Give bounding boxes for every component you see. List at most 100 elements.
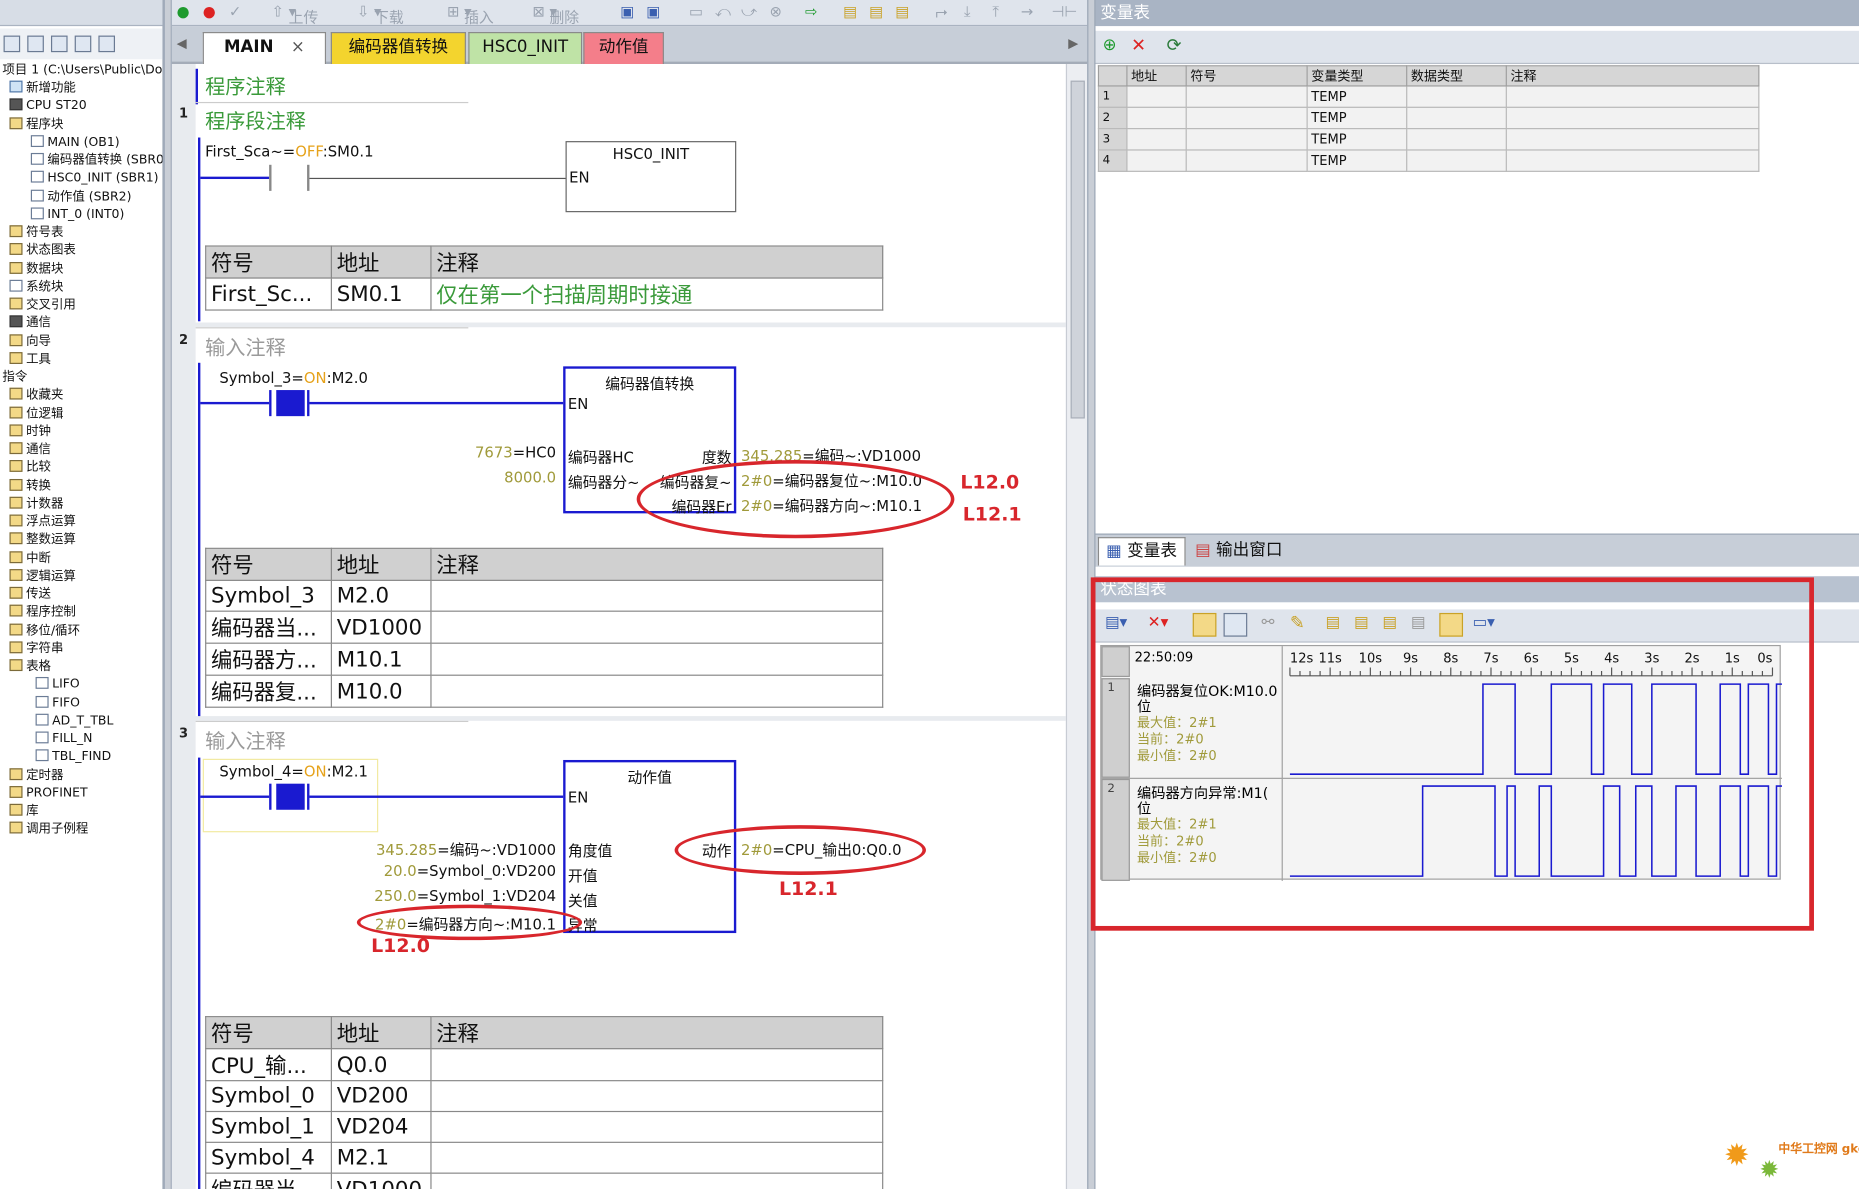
network-2-comment[interactable]: 输入注释 (205, 331, 286, 361)
tree-item[interactable]: 数据块 (9, 260, 63, 278)
network-1-comment[interactable]: 程序段注释 (205, 104, 306, 134)
tree-item[interactable]: AD_T_TBL (35, 712, 113, 730)
tree-item[interactable]: TBL_FIND (35, 748, 111, 766)
table-row[interactable]: 4 TEMP (1097, 149, 1760, 172)
delete-row-icon[interactable]: ✕ (1131, 34, 1146, 55)
toolbar-icon-b[interactable]: ⤺ (715, 2, 731, 21)
program-comment[interactable]: 程序注释 (205, 70, 286, 100)
insert-button[interactable]: ⊞ 插入 ▾ (447, 2, 494, 26)
tabs-scroll-left-icon[interactable]: ◀ (177, 36, 187, 51)
tab-action-value[interactable]: 动作值 (583, 32, 664, 65)
tab-variable-table[interactable]: ▦ 变量表 (1097, 537, 1186, 566)
vt-cell[interactable] (1126, 85, 1187, 108)
tree-item[interactable]: 动作值 (SBR2) (30, 188, 132, 206)
refresh-icon[interactable]: ⟳ (1167, 34, 1182, 55)
tree-item[interactable]: 符号表 (9, 224, 63, 242)
tree-item[interactable]: MAIN (OB1) (30, 134, 120, 152)
vt-cell[interactable] (1406, 85, 1507, 108)
vt-cell[interactable] (1126, 149, 1187, 172)
vt-cell[interactable]: TEMP (1306, 149, 1408, 172)
vt-cell[interactable]: TEMP (1306, 128, 1408, 151)
table-row[interactable]: 2 TEMP (1097, 106, 1760, 130)
compile-icon[interactable]: ✓ (229, 2, 241, 20)
tree-item[interactable]: FILL_N (35, 730, 92, 748)
tab-output-window[interactable]: ▤ 输出窗口 (1188, 537, 1290, 565)
tree-item[interactable]: LIFO (35, 676, 80, 694)
tree-item[interactable]: 指令 (2, 369, 27, 387)
tree-item[interactable]: 库 (9, 803, 39, 821)
tree-item[interactable]: HSC0_INIT (SBR1) (30, 170, 159, 188)
vt-cell[interactable]: TEMP (1306, 85, 1408, 108)
tree-item[interactable]: 中断 (9, 550, 51, 568)
tree-item[interactable]: CPU ST20 (9, 98, 87, 116)
vt-cell[interactable] (1505, 85, 1760, 108)
tree-item[interactable]: 表格 (9, 658, 51, 676)
tree-item[interactable]: 程序块 (9, 116, 63, 134)
insert-row-icon[interactable]: ⊕ (1103, 36, 1117, 55)
vt-cell[interactable] (1185, 149, 1308, 172)
tabs-scroll-right-icon[interactable]: ▶ (1068, 36, 1078, 51)
lock-icon[interactable]: ▤ (843, 2, 857, 20)
tab-encoder-convert[interactable]: 编码器值转换 (330, 32, 466, 65)
tree-item[interactable]: 计数器 (9, 495, 63, 513)
tree-item[interactable]: 浮点运算 (9, 513, 76, 531)
n3-in1-operand[interactable]: 345.285=编码~:VD1000 (376, 837, 556, 860)
vt-cell[interactable]: TEMP (1306, 106, 1408, 130)
tree-tool-icon-1[interactable] (3, 35, 21, 53)
n3-in3-operand[interactable]: 250.0=Symbol_1:VD204 (374, 887, 556, 905)
monitor-icon[interactable]: ▣ (620, 2, 634, 20)
stop-icon[interactable]: ● (203, 2, 216, 20)
tree-item[interactable]: 交叉引用 (9, 296, 76, 314)
vt-cell[interactable] (1505, 149, 1760, 172)
vt-cell[interactable] (1185, 85, 1308, 108)
tree-item[interactable]: 时钟 (9, 423, 51, 441)
tree-item[interactable]: 新增功能 (9, 79, 76, 97)
tree-item[interactable]: 整数运算 (9, 531, 76, 549)
vt-cell[interactable] (1406, 106, 1507, 130)
network-3-number[interactable]: 3 (179, 726, 188, 741)
tree-item[interactable]: 向导 (9, 333, 51, 351)
tree-item[interactable]: 移位/循环 (9, 622, 80, 640)
editor-vertical-scrollbar[interactable] (1065, 64, 1088, 1189)
tab-hsc0-init[interactable]: HSC0_INIT (468, 32, 583, 65)
run-icon[interactable]: ● (177, 2, 190, 20)
tree-item[interactable]: 定时器 (9, 766, 63, 784)
vt-cell[interactable] (1126, 106, 1187, 130)
tree-item[interactable]: 传送 (9, 586, 51, 604)
tree-item[interactable]: 程序控制 (9, 604, 76, 622)
tree-item[interactable]: FIFO (35, 694, 80, 712)
vt-cell[interactable] (1505, 128, 1760, 151)
toolbar-icon-d[interactable]: ⊗ (769, 2, 781, 20)
network-1-number[interactable]: 1 (179, 106, 188, 121)
tree-tool-icon-3[interactable] (50, 35, 68, 53)
tree-item[interactable]: 工具 (9, 351, 51, 369)
tree-item[interactable]: 比较 (9, 459, 51, 477)
vt-cell[interactable] (1126, 128, 1187, 151)
line-right-icon[interactable]: → (1021, 2, 1033, 20)
tab-main[interactable]: MAIN × (202, 32, 327, 65)
tree-item[interactable]: 转换 (9, 477, 51, 495)
contact-icon[interactable]: ⊣⊢ (1052, 2, 1078, 20)
tree-item[interactable]: 系统块 (9, 278, 63, 296)
goto-icon[interactable]: ⇨ (805, 2, 817, 20)
n2-contact[interactable] (269, 390, 310, 417)
vt-cell[interactable] (1505, 106, 1760, 130)
delete-button[interactable]: ⊠ 删除 ▾ (532, 2, 579, 26)
tree-tool-icon-2[interactable] (27, 35, 44, 53)
tree-item[interactable]: 逻辑运算 (9, 568, 76, 586)
tree-item[interactable]: 通信 (9, 441, 51, 459)
tree-tool-icon-4[interactable] (74, 35, 92, 53)
tab-close-icon[interactable]: × (291, 38, 305, 57)
vt-cell[interactable] (1185, 106, 1308, 130)
tree-tool-icon-5[interactable] (98, 35, 116, 53)
download-button[interactable]: ⇩ 下载 ▾ (357, 2, 404, 26)
table-row[interactable]: 3 TEMP (1097, 128, 1760, 151)
tree-project-root[interactable]: 项目 1 (C:\Users\Public\Do (2, 62, 162, 80)
editor-scroll-thumb[interactable] (1070, 80, 1085, 419)
tree-item[interactable]: 通信 (9, 314, 51, 332)
monitor-pause-icon[interactable]: ▣ (646, 2, 660, 20)
n1-contact[interactable] (269, 164, 310, 191)
vt-cell[interactable] (1406, 149, 1507, 172)
lock-icon-2[interactable]: ▤ (869, 2, 883, 20)
n2-in1-operand[interactable]: 7673=HC0 (475, 443, 556, 461)
